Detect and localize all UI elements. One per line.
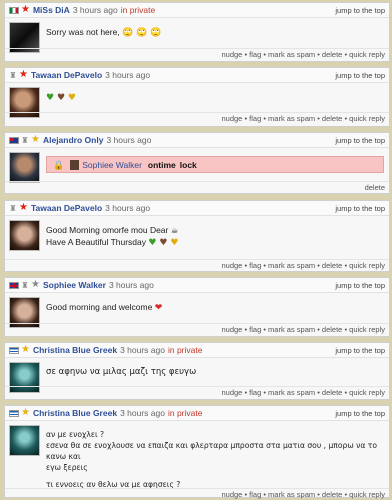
locked-username[interactable]: Sophiee Walker xyxy=(82,159,142,171)
post: ★ Christina Blue Greek 3 hours ago in pr… xyxy=(4,342,390,400)
username[interactable]: MiSs DiA xyxy=(33,5,70,15)
message-line: εσενα θα σε ενοχλουσε να επαιζα και φλερ… xyxy=(46,441,377,461)
jump-to-top-link[interactable]: jump to the top xyxy=(335,281,385,290)
ontime-label: ontime xyxy=(147,159,176,170)
timestamp: 3 hours ago xyxy=(120,408,165,418)
gold-star-icon: ★ xyxy=(21,344,30,355)
post-header: ★ Christina Blue Greek 3 hours ago in pr… xyxy=(5,343,389,358)
timestamp: 3 hours ago xyxy=(105,203,151,213)
post-header: ♜ ★ Sophiee Walker 3 hours ago jump to t… xyxy=(5,278,389,293)
timestamp: 3 hours ago xyxy=(108,280,154,290)
message-text: σε αφηνω να μιλας μαζι της φευγω xyxy=(46,367,197,377)
red-star-icon: ★ xyxy=(19,202,28,213)
jump-to-top-link[interactable]: jump to the top xyxy=(335,346,385,355)
trophy-icon: ♜ xyxy=(9,203,17,213)
post-actions[interactable]: nudge • flag • mark as spam • delete • q… xyxy=(5,48,389,59)
username[interactable]: Christina Blue Greek xyxy=(33,345,117,355)
private-label: in private xyxy=(167,408,203,418)
username[interactable]: Alejandro Only xyxy=(43,135,103,145)
post-actions[interactable]: nudge • flag • mark as spam • delete • q… xyxy=(5,112,389,123)
trophy-icon: ♜ xyxy=(21,135,29,145)
timestamp: 3 hours ago xyxy=(105,70,151,80)
trophy-icon: ♜ xyxy=(9,70,17,80)
private-label: in private xyxy=(167,345,203,355)
grey-star-icon: ★ xyxy=(31,279,40,290)
jump-to-top-link[interactable]: jump to the top xyxy=(335,136,385,145)
username[interactable]: Christina Blue Greek xyxy=(33,408,117,418)
post: ★ Christina Blue Greek 3 hours ago in pr… xyxy=(4,405,390,499)
post-header: ♜ ★ Alejandro Only 3 hours ago jump to t… xyxy=(5,133,389,148)
post: ♜ ★ Tawaan DePavelo 3 hours ago jump to … xyxy=(4,67,390,127)
greece-flag-icon xyxy=(9,346,19,354)
message-line: αν με ενοχλει ? xyxy=(46,430,105,439)
message-line: εγω ξερεις xyxy=(46,463,88,472)
avatar[interactable] xyxy=(9,425,40,456)
post-header: ♜ ★ Tawaan DePavelo 3 hours ago jump to … xyxy=(5,201,389,216)
username[interactable]: Tawaan DePavelo xyxy=(31,203,102,213)
timestamp: 3 hours ago xyxy=(120,345,165,355)
gold-star-icon: ★ xyxy=(21,407,30,418)
jump-to-top-link[interactable]: jump to the top xyxy=(335,409,385,418)
australia-flag-icon xyxy=(9,136,19,144)
uk-flag-icon xyxy=(9,281,19,289)
post-actions[interactable]: nudge • flag • mark as spam • delete • q… xyxy=(5,488,389,499)
greece-flag-icon xyxy=(9,409,19,417)
heart-icon: ❤ xyxy=(154,303,163,313)
username[interactable]: Tawaan DePavelo xyxy=(31,70,102,80)
message-line: Have A Beautiful Thursday ♥ ♥ ♥ xyxy=(46,237,179,248)
gold-star-icon: ★ xyxy=(31,134,40,145)
lock-label: lock xyxy=(179,159,197,170)
private-label: in private xyxy=(120,5,156,15)
message-text: Good morning and welcome xyxy=(46,302,153,312)
delete-action[interactable]: delete xyxy=(5,181,389,192)
timestamp: 3 hours ago xyxy=(72,5,118,15)
lock-notice: 🔒 Sophiee Walker ontime lock xyxy=(46,156,384,173)
post-actions[interactable]: nudge • flag • mark as spam • delete • q… xyxy=(5,259,389,270)
post: ★ MiSs DiA 3 hours ago in private jump t… xyxy=(4,2,390,62)
jump-to-top-link[interactable]: jump to the top xyxy=(335,71,385,80)
red-star-icon: ★ xyxy=(19,69,28,80)
emoji-icons: 🙄 🙄 🙄 xyxy=(122,28,162,38)
mini-avatar xyxy=(70,159,80,170)
avatar[interactable] xyxy=(9,152,40,183)
post-header: ★ MiSs DiA 3 hours ago in private jump t… xyxy=(5,3,389,18)
post-actions[interactable]: nudge • flag • mark as spam • delete • q… xyxy=(5,386,389,397)
timestamp: 3 hours ago xyxy=(106,135,152,145)
post: ♜ ★ Alejandro Only 3 hours ago jump to t… xyxy=(4,132,390,194)
lock-icon: 🔒 xyxy=(53,159,65,170)
post-header: ★ Christina Blue Greek 3 hours ago in pr… xyxy=(5,406,389,421)
jump-to-top-link[interactable]: jump to the top xyxy=(335,204,385,213)
post-actions[interactable]: nudge • flag • mark as spam • delete • q… xyxy=(5,323,389,334)
post-header: ♜ ★ Tawaan DePavelo 3 hours ago jump to … xyxy=(5,68,389,83)
avatar[interactable] xyxy=(9,220,40,251)
message-line: Good Morning omorfe mou Dear ☕ xyxy=(46,225,179,235)
jump-to-top-link[interactable]: jump to the top xyxy=(335,6,385,15)
emoji-icons: ♥ ♥ ♥ xyxy=(46,93,76,103)
red-star-icon: ★ xyxy=(21,4,30,15)
post: ♜ ★ Sophiee Walker 3 hours ago jump to t… xyxy=(4,277,390,337)
post: ♜ ★ Tawaan DePavelo 3 hours ago jump to … xyxy=(4,200,390,272)
trophy-icon: ♜ xyxy=(21,280,29,290)
message-text: Sorry was not here, xyxy=(46,27,120,37)
username[interactable]: Sophiee Walker xyxy=(43,280,106,290)
mexico-flag-icon xyxy=(9,6,19,14)
